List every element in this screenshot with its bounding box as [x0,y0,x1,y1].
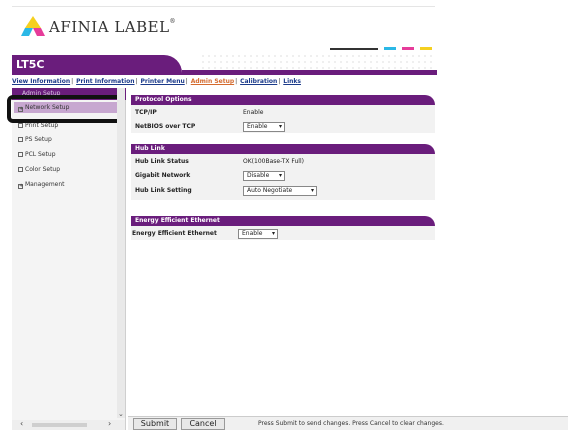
chevron-down-icon: ▾ [278,172,282,179]
nav-separator: | [135,78,138,85]
afinia-logo: AFINIA LABEL® [19,12,189,40]
label-netbios-over-tcp: NetBIOS over TCP [135,123,196,130]
sidebar-item-color-setup[interactable]: Color Setup [14,164,124,175]
cmyk-accent-magenta [402,47,414,50]
nav-separator: | [185,78,188,85]
section-header-protocol-options: Protocol Options [131,95,435,105]
section-header-energy-efficient-ethernet: Energy Efficient Ethernet [131,216,435,226]
nav-calibration[interactable]: Calibration [240,78,277,85]
label-tcp-ip: TCP/IP [135,109,157,116]
chevron-down-icon: ▾ [310,187,314,194]
sidebar-item-pcl-setup[interactable]: PCL Setup [14,149,124,160]
select-energy-efficient-ethernet[interactable]: Enable ▾ [238,229,278,239]
collapsed-box-icon [18,137,23,142]
nav-view-information[interactable]: View Information [12,78,70,85]
sidebar-vertical-scrollbar[interactable]: ⌄ [117,88,125,418]
header-rule [182,70,437,75]
cmyk-accent-black [330,48,378,50]
sidebar-item-ps-setup[interactable]: PS Setup [14,134,124,145]
collapsed-box-icon [18,167,23,172]
select-hub-link-setting[interactable]: Auto Negotiate ▾ [243,186,317,196]
scroll-right-icon[interactable]: › [108,419,111,428]
nav-separator: | [278,78,281,85]
scroll-down-icon[interactable]: ⌄ [118,410,124,418]
sidebar-item-management[interactable]: + Management [14,179,124,190]
scrollbar-thumb[interactable] [32,423,87,427]
highlight-callout-box [7,95,124,123]
collapsed-box-icon [18,123,23,128]
nav-printer-menu[interactable]: Printer Menu [141,78,185,85]
submit-button[interactable]: Submit [133,418,177,430]
header-dot-pattern [200,53,435,69]
top-navigation: View Information| Print Information| Pri… [12,78,437,85]
cancel-button[interactable]: Cancel [181,418,225,430]
label-hub-link-setting: Hub Link Setting [135,187,192,194]
window-top-border [12,6,435,7]
nav-admin-setup[interactable]: Admin Setup [191,78,234,85]
printer-model-title: LT5C [16,58,45,71]
chevron-down-icon: ▾ [271,230,275,237]
main-content [128,88,568,420]
chevron-down-icon: ▾ [278,123,282,130]
label-gigabit-network: Gigabit Network [135,172,191,179]
scroll-left-icon[interactable]: ‹ [20,419,23,428]
sidebar-horizontal-scrollbar[interactable]: ‹ › [12,419,125,430]
logo-wordmark: AFINIA LABEL® [49,18,177,36]
header-bar: LT5C [12,55,182,75]
value-tcp-ip: Enable [243,109,264,116]
footer-hint-text: Press Submit to send changes. Press Canc… [258,420,444,427]
nav-print-information[interactable]: Print Information [76,78,134,85]
label-energy-efficient-ethernet: Energy Efficient Ethernet [132,230,217,237]
nav-separator: | [71,78,74,85]
label-hub-link-status: Hub Link Status [135,158,189,165]
sidebar: Admin Setup + Network Setup Print Setup P… [12,88,126,430]
select-netbios-over-tcp[interactable]: Enable ▾ [243,122,285,132]
cmyk-accent-yellow [420,47,432,50]
select-gigabit-network[interactable]: Disable ▾ [243,171,285,181]
section-header-hub-link: Hub Link [131,144,435,154]
afinia-logo-icon [21,16,45,36]
nav-links[interactable]: Links [283,78,301,85]
value-hub-link-status: OK(100Base-TX Full) [243,158,304,165]
expand-icon: + [18,183,24,189]
nav-separator: | [235,78,238,85]
collapsed-box-icon [18,152,23,157]
cmyk-accent-cyan [384,47,396,50]
